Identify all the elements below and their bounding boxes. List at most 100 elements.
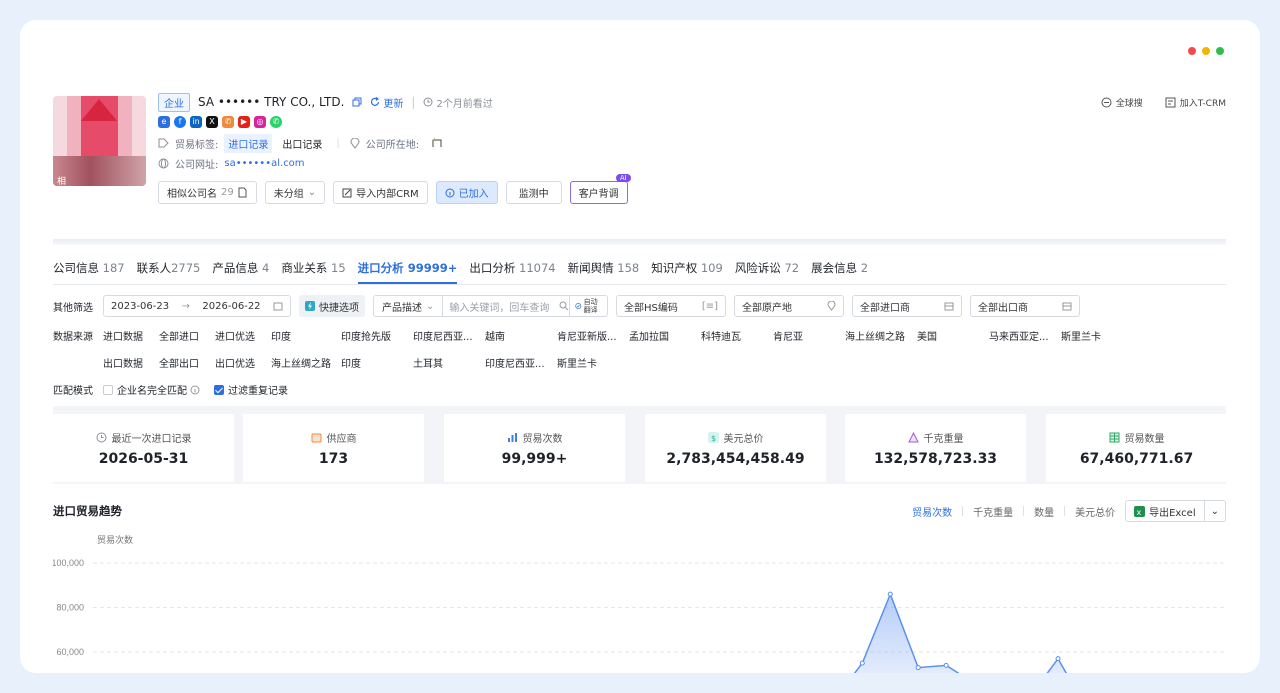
source-option[interactable]: 印度 bbox=[271, 328, 341, 343]
source-option[interactable]: 印度抢先版 bbox=[341, 328, 413, 343]
minimize-dot[interactable] bbox=[1202, 47, 1210, 55]
import-icon bbox=[342, 188, 352, 197]
linkedin-icon[interactable]: in bbox=[190, 116, 202, 128]
tab-company-info[interactable]: 公司信息 187 bbox=[53, 260, 125, 276]
table-icon bbox=[1109, 432, 1119, 442]
tab-bar: 公司信息 187 联系人2775 产品信息 4 商业关系 15 进口分析 999… bbox=[53, 255, 868, 284]
clock-icon bbox=[423, 97, 433, 107]
x-twitter-icon[interactable]: X bbox=[206, 116, 218, 128]
source-option[interactable]: 出口数据 bbox=[103, 355, 159, 370]
date-start: 2023-06-23 bbox=[111, 300, 170, 312]
data-point[interactable] bbox=[859, 660, 865, 666]
background-check-button[interactable]: 客户背调 AI bbox=[569, 174, 631, 204]
update-button[interactable]: 更新 bbox=[370, 95, 403, 110]
source-option[interactable]: 马来西亚定... bbox=[989, 328, 1061, 343]
joined-button[interactable]: 已加入 bbox=[435, 181, 498, 204]
source-option[interactable]: 越南 bbox=[485, 328, 557, 343]
source-option[interactable]: 印度尼西亚... bbox=[485, 355, 557, 370]
monitor-button[interactable]: 监测中 bbox=[505, 181, 562, 204]
tab-business-relations[interactable]: 商业关系 15 bbox=[281, 260, 345, 276]
source-option[interactable]: 肯尼亚新版... bbox=[557, 328, 629, 343]
trade-tags-row: 贸易标签: 进口记录 出口记录 | 公司所在地: bbox=[158, 133, 1226, 153]
calendar-icon bbox=[273, 302, 283, 311]
trade-tag-import[interactable]: 进口记录 bbox=[224, 133, 273, 153]
crm-icon bbox=[1165, 97, 1176, 108]
source-option[interactable]: 海上丝绸之路 bbox=[845, 328, 917, 343]
search-icon[interactable] bbox=[559, 301, 569, 311]
instagram-icon[interactable]: ◎ bbox=[254, 116, 266, 128]
source-option[interactable]: 全部进口 bbox=[159, 328, 215, 343]
youtube-icon[interactable]: ▶ bbox=[238, 116, 250, 128]
y-tick-label: 100,000 bbox=[53, 558, 84, 568]
y-tick-label: 80,000 bbox=[56, 603, 84, 613]
tab-news[interactable]: 新闻舆情 158 bbox=[568, 260, 640, 276]
export-excel-button[interactable]: x 导出Excel ⌄ bbox=[1125, 500, 1226, 522]
phone-icon[interactable]: ✆ bbox=[222, 116, 234, 128]
source-option[interactable]: 海上丝绸之路 bbox=[271, 355, 341, 370]
metric-usd[interactable]: 美元总价 bbox=[1075, 504, 1115, 519]
facebook-icon[interactable]: f bbox=[174, 116, 186, 128]
website-row: 公司网址: sa••••••al.com bbox=[158, 154, 1226, 172]
metric-quantity[interactable]: 数量 bbox=[1034, 504, 1054, 519]
source-option[interactable]: 土耳其 bbox=[413, 355, 485, 370]
data-point[interactable] bbox=[915, 665, 921, 671]
exporter-select[interactable]: 全部出口商 bbox=[970, 295, 1080, 317]
copy-icon[interactable] bbox=[352, 97, 362, 107]
globe-icon bbox=[158, 158, 169, 168]
tab-ip[interactable]: 知识产权 109 bbox=[651, 260, 723, 276]
source-option[interactable]: 美国 bbox=[917, 328, 989, 343]
quick-options-button[interactable]: 快捷选项 bbox=[299, 295, 365, 317]
tab-contacts[interactable]: 联系人2775 bbox=[137, 260, 201, 276]
add-tcrm-button[interactable]: 加入T-CRM bbox=[1165, 96, 1226, 109]
source-option[interactable]: 科特迪瓦 bbox=[701, 328, 773, 343]
product-desc-select[interactable]: 产品描述 ⌄ bbox=[374, 296, 444, 316]
source-option[interactable]: 印度尼西亚... bbox=[413, 328, 485, 343]
global-search-button[interactable]: 全球搜 bbox=[1101, 96, 1143, 109]
group-select[interactable]: 未分组 ⌄ bbox=[264, 181, 326, 204]
auto-translate-toggle[interactable]: 自动翻译 bbox=[569, 296, 607, 316]
tab-exhibitions[interactable]: 展会信息 2 bbox=[811, 260, 868, 276]
tab-export-analysis[interactable]: 出口分析 11074 bbox=[469, 260, 555, 276]
social-links: e f in X ✆ ▶ ◎ ✆ bbox=[158, 116, 1226, 130]
source-option[interactable]: 印度 bbox=[341, 355, 413, 370]
origin-select[interactable]: 全部原产地 bbox=[734, 295, 844, 317]
bar-chart-icon bbox=[507, 432, 517, 442]
source-option[interactable]: 斯里兰卡 bbox=[1061, 328, 1133, 343]
import-crm-button[interactable]: 导入内部CRM bbox=[333, 181, 428, 204]
hs-code-select[interactable]: 全部HS编码 [≡] bbox=[616, 295, 726, 317]
close-dot[interactable] bbox=[1188, 47, 1196, 55]
data-point[interactable] bbox=[887, 591, 893, 597]
date-range-picker[interactable]: 2023-06-23 → 2026-06-22 bbox=[103, 295, 291, 317]
source-option[interactable]: 出口优选 bbox=[215, 355, 271, 370]
filter-duplicates-checkbox[interactable]: 过滤重复记录 bbox=[214, 382, 288, 397]
data-point[interactable] bbox=[943, 662, 949, 668]
similar-companies-button[interactable]: 相似公司名 29 bbox=[158, 181, 257, 204]
info-icon bbox=[445, 188, 455, 197]
y-tick-label: 60,000 bbox=[56, 647, 84, 657]
source-option[interactable]: 进口数据 bbox=[103, 328, 159, 343]
trade-tag-export[interactable]: 出口记录 bbox=[278, 134, 326, 153]
maximize-dot[interactable] bbox=[1216, 47, 1224, 55]
importer-select[interactable]: 全部进口商 bbox=[852, 295, 962, 317]
tab-import-analysis[interactable]: 进口分析 99999+ bbox=[357, 260, 458, 284]
tab-risk[interactable]: 风险诉讼 72 bbox=[735, 260, 799, 276]
website-link[interactable]: sa••••••al.com bbox=[224, 158, 304, 169]
data-source-row-import: 数据来源 进口数据 全部进口 进口优选 印度 印度抢先版 印度尼西亚... 越南… bbox=[53, 328, 1133, 343]
data-point[interactable] bbox=[1055, 656, 1061, 662]
website-icon[interactable]: e bbox=[158, 116, 170, 128]
whatsapp-icon[interactable]: ✆ bbox=[270, 116, 282, 128]
chevron-down-icon[interactable]: ⌄ bbox=[1205, 506, 1225, 517]
source-option[interactable]: 斯里兰卡 bbox=[557, 355, 629, 370]
exact-match-checkbox[interactable]: 企业名完全匹配 bbox=[103, 382, 200, 397]
trend-title: 进口贸易趋势 bbox=[53, 504, 122, 518]
location-icon bbox=[350, 137, 360, 149]
metric-trade-count[interactable]: 贸易次数 bbox=[912, 504, 952, 519]
logo-mark-icon bbox=[81, 99, 117, 121]
tab-products[interactable]: 产品信息 4 bbox=[212, 260, 269, 276]
source-option[interactable]: 孟加拉国 bbox=[629, 328, 701, 343]
source-option[interactable]: 肯尼亚 bbox=[773, 328, 845, 343]
metric-weight[interactable]: 千克重量 bbox=[973, 504, 1013, 519]
keyword-input[interactable]: 输入关键词，回车查询 bbox=[443, 299, 559, 314]
source-option[interactable]: 进口优选 bbox=[215, 328, 271, 343]
source-option[interactable]: 全部出口 bbox=[159, 355, 215, 370]
